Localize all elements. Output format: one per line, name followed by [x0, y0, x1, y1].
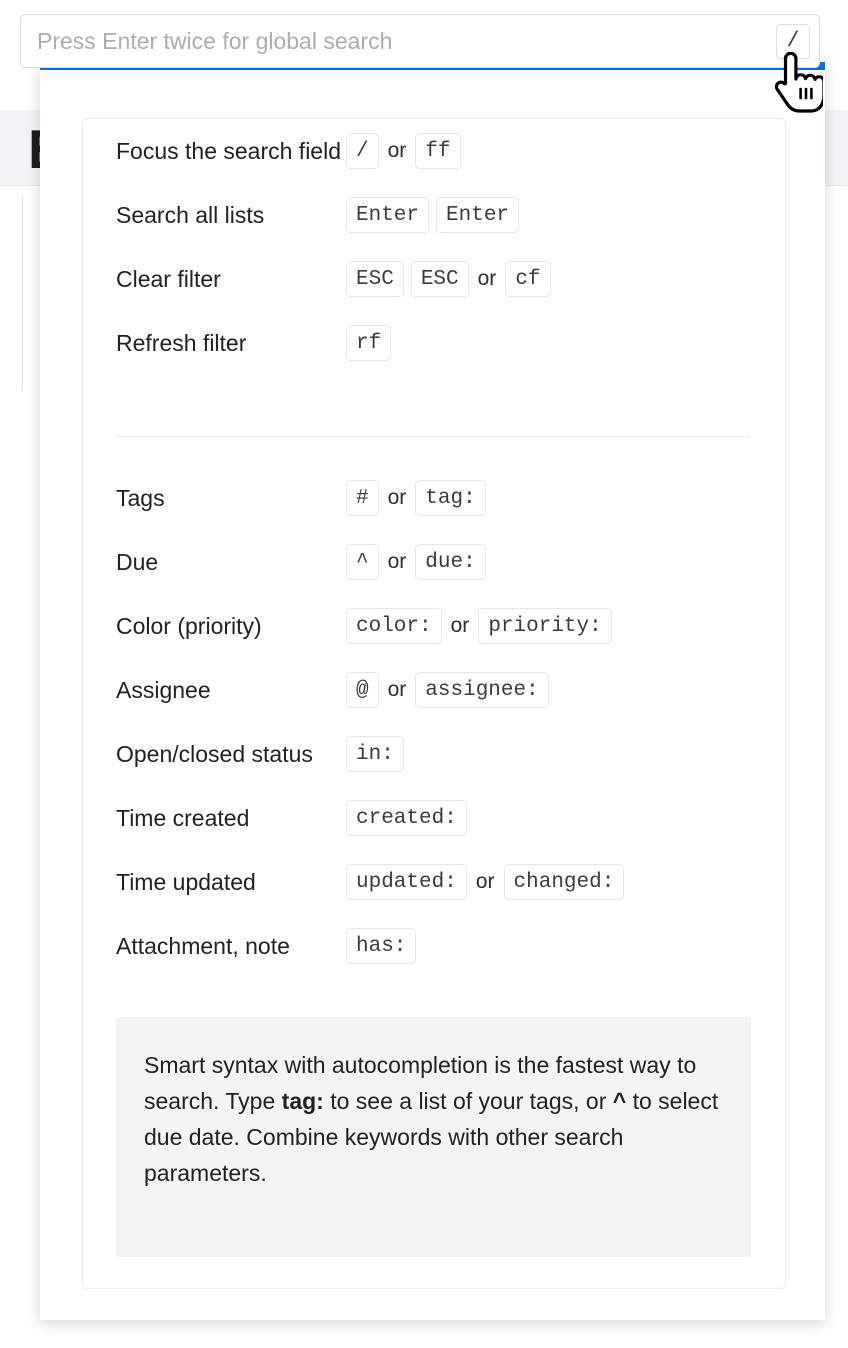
key-chip: Enter	[346, 197, 430, 233]
shortcut-row-label: Attachment, note	[116, 933, 290, 959]
shortcut-row: Time created created:	[83, 786, 785, 850]
shortcut-row-label: Focus the search field	[116, 138, 342, 164]
shortcut-row-keys: # or tag:	[346, 480, 486, 516]
shortcuts-card: Focus the search field / or ff Search all li…	[82, 118, 786, 1289]
key-chip: ESC	[410, 261, 469, 297]
shortcut-row-keys: in:	[346, 736, 404, 772]
note-bold-tag-keyword: tag:	[281, 1088, 324, 1114]
shortcut-row-keys: / or ff	[346, 133, 461, 169]
section-divider	[116, 436, 750, 437]
shortcut-row: Search all lists Enter Enter	[83, 183, 785, 247]
shortcut-row: Color (priority) color: or priority:	[83, 594, 785, 658]
key-chip: /	[346, 133, 379, 169]
key-separator-or: or	[450, 614, 470, 637]
key-chip: assignee:	[415, 672, 549, 708]
search-shortcuts-panel: Focus the search field / or ff Search all li…	[40, 62, 825, 1320]
shortcut-row-keys: ESC ESC or cf	[346, 261, 551, 297]
global-search-field[interactable]: /	[20, 14, 820, 68]
shortcut-row-keys: @ or assignee:	[346, 672, 549, 708]
shortcut-row-keys: ^ or due:	[346, 544, 486, 580]
shortcut-row: Attachment, note has:	[83, 914, 785, 978]
key-chip: changed:	[503, 864, 625, 900]
shortcut-row-label: Open/closed status	[116, 741, 313, 767]
shortcut-row: Due ^ or due:	[83, 530, 785, 594]
smart-syntax-note-text: Smart syntax with autocompletion is the …	[144, 1052, 719, 1186]
key-separator-or: or	[387, 678, 407, 701]
key-separator-or: or	[387, 486, 407, 509]
shortcut-row-label: Tags	[116, 485, 165, 511]
key-separator-or: or	[477, 267, 497, 290]
shortcut-row-label: Due	[116, 549, 159, 575]
search-shortcut-chip[interactable]: /	[776, 24, 810, 59]
shortcut-row-keys: color: or priority:	[346, 608, 612, 644]
shortcut-row: Tags # or tag:	[83, 466, 785, 530]
key-chip: in:	[346, 736, 404, 772]
key-chip: ff	[415, 133, 461, 169]
shortcut-row-label: Search all lists	[116, 202, 265, 228]
key-chip: ESC	[346, 261, 404, 297]
key-separator-or: or	[387, 550, 407, 573]
key-chip: ^	[346, 544, 379, 580]
key-chip: @	[346, 672, 379, 708]
key-chip: has:	[346, 928, 417, 964]
key-separator-or: or	[475, 870, 495, 893]
key-chip: created:	[346, 800, 467, 836]
note-caret-symbol: ^	[612, 1088, 627, 1114]
key-chip: rf	[346, 325, 392, 361]
shortcut-row-label: Refresh filter	[116, 330, 247, 356]
key-chip: color:	[346, 608, 442, 644]
shortcut-row-keys: Enter Enter	[346, 197, 520, 233]
shortcut-row-label: Assignee	[116, 677, 211, 703]
shortcut-row-label: Time updated	[116, 869, 256, 895]
shortcut-row-label: Time created	[116, 805, 250, 831]
shortcut-row-label: Color (priority)	[116, 613, 262, 639]
shortcut-row-label: Clear filter	[116, 266, 221, 292]
smart-syntax-note: Smart syntax with autocompletion is the …	[116, 1017, 751, 1257]
shortcut-row: Assignee @ or assignee:	[83, 658, 785, 722]
shortcut-row-keys: updated: or changed:	[346, 864, 625, 900]
key-separator-or: or	[387, 139, 407, 162]
shortcut-section-commands: Focus the search field / or ff Search all li…	[83, 119, 785, 375]
shortcut-row-keys: rf	[346, 325, 392, 361]
shortcut-row-keys: created:	[346, 800, 467, 836]
shortcut-row: Clear filter ESC ESC or cf	[83, 247, 785, 311]
shortcut-row: Open/closed status in:	[83, 722, 785, 786]
key-chip: due:	[415, 544, 486, 580]
shortcut-row: Focus the search field / or ff	[83, 119, 785, 183]
shortcut-row: Refresh filter rf	[83, 311, 785, 375]
shortcut-row-keys: has:	[346, 928, 417, 964]
search-input[interactable]	[21, 15, 773, 67]
key-chip: #	[346, 480, 379, 516]
key-chip: tag:	[415, 480, 486, 516]
shortcut-row: Time updated updated: or changed:	[83, 850, 785, 914]
key-chip: Enter	[436, 197, 520, 233]
vertical-divider	[22, 196, 23, 391]
shortcut-section-filters: Tags # or tag: Due ^ or due: Color (priority) col…	[83, 466, 785, 978]
key-chip: cf	[505, 261, 551, 297]
key-chip: updated:	[346, 864, 467, 900]
key-chip: priority:	[478, 608, 612, 644]
